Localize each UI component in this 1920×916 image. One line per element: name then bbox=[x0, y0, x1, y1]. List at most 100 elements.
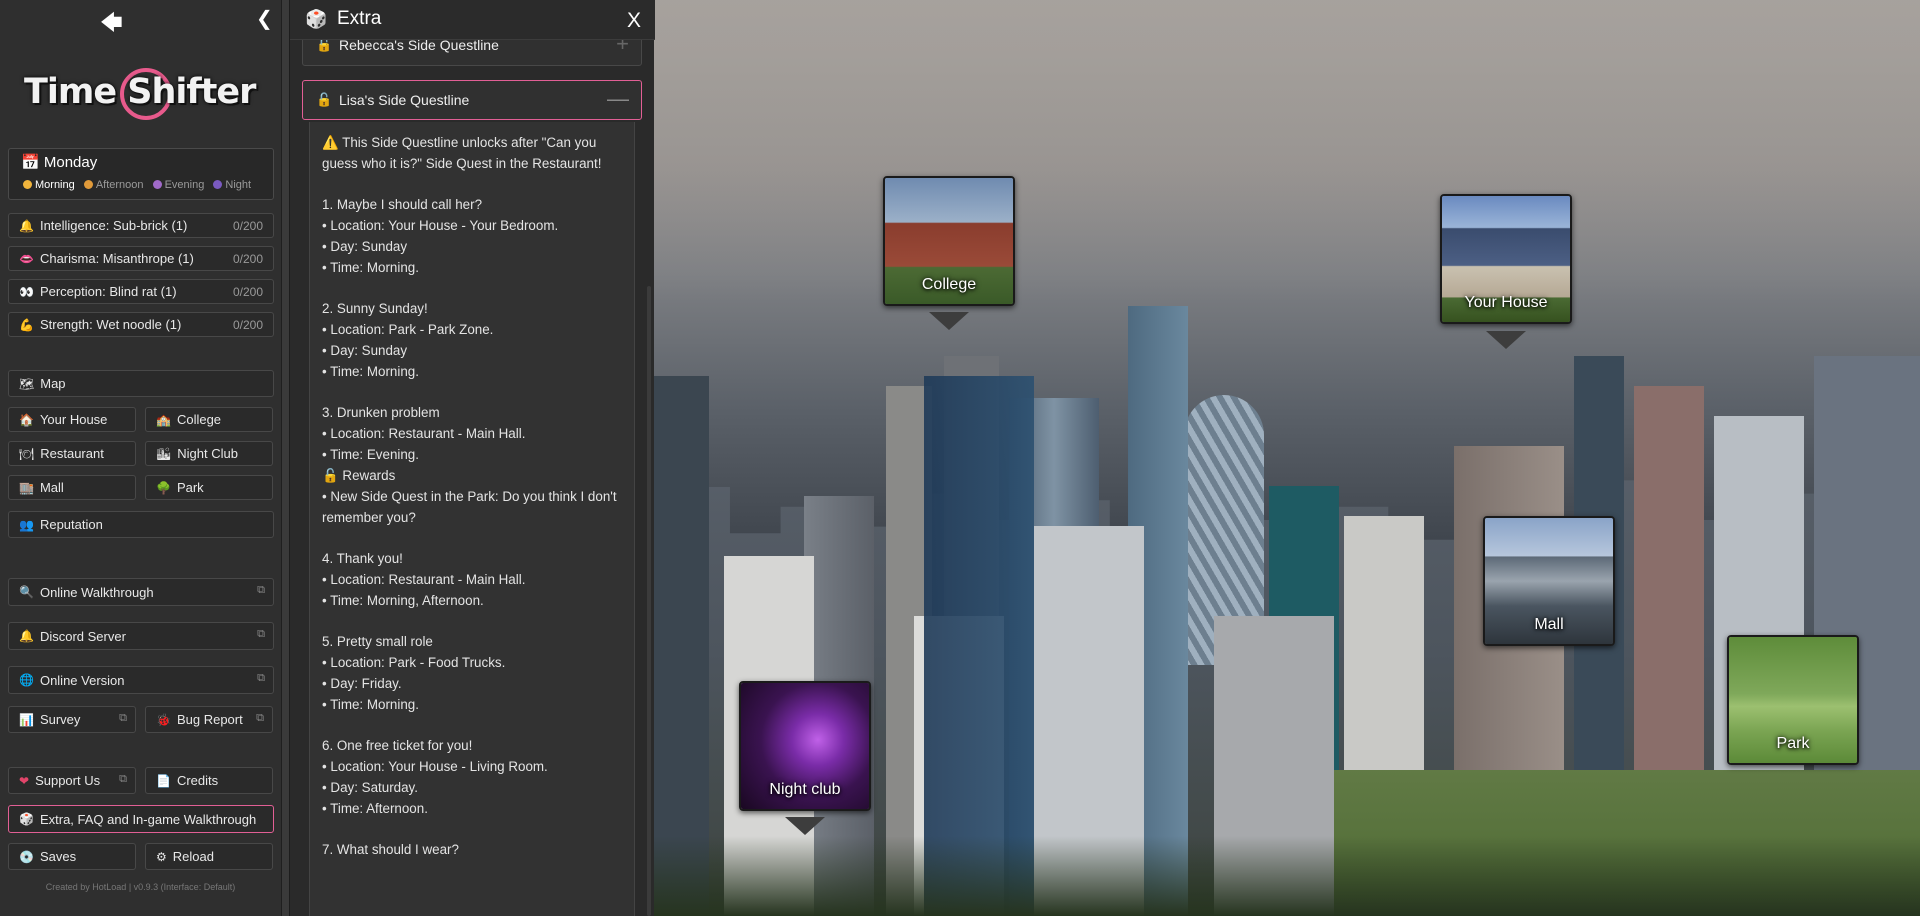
warning-icon: ⚠️ bbox=[322, 135, 339, 150]
panel-scrollbar[interactable] bbox=[647, 286, 651, 916]
stat-perception[interactable]: 👀 Perception: Blind rat (1) 0/200 bbox=[8, 279, 274, 304]
stat-charisma[interactable]: 👄 Charisma: Misanthrope (1) 0/200 bbox=[8, 246, 274, 271]
bug-report-link[interactable]: 🐞 Bug Report ⧉ bbox=[145, 706, 273, 733]
questline-content: ⚠️ This Side Questline unlocks after "Ca… bbox=[309, 122, 635, 916]
club-icon: 🏙 bbox=[156, 446, 172, 461]
quest-detail: • Time: Morning. bbox=[322, 364, 419, 379]
location-mall-button[interactable]: 🏬 Mall bbox=[8, 475, 136, 500]
globe-icon: 🌐 bbox=[19, 673, 34, 687]
map-location-your-house[interactable]: Your House bbox=[1440, 194, 1572, 324]
map-pin bbox=[1486, 331, 1526, 349]
reload-button[interactable]: ⚙ Reload bbox=[145, 843, 273, 870]
stat-strength[interactable]: 💪 Strength: Wet noodle (1) 0/200 bbox=[8, 312, 274, 337]
quest-reward: • New Side Quest in the Park: Do you thi… bbox=[322, 489, 617, 504]
quest-detail: • Time: Evening. bbox=[322, 447, 419, 462]
survey-link[interactable]: 📊 Survey ⧉ bbox=[8, 706, 136, 733]
stat-label: Intelligence: Sub-brick (1) bbox=[39, 218, 188, 233]
credits-button[interactable]: 📄 Credits bbox=[145, 767, 273, 794]
arrow-left-icon[interactable]: 🡄 bbox=[100, 6, 123, 44]
chevron-left-icon[interactable]: ❮ bbox=[256, 6, 273, 30]
link-label: Online Version bbox=[39, 672, 125, 688]
quest-detail: • Location: Your House - Living Room. bbox=[322, 759, 548, 774]
map-location-night-club[interactable]: Night club bbox=[739, 681, 871, 811]
quest-detail: • Location: Restaurant - Main Hall. bbox=[322, 572, 526, 587]
reload-label: Reload bbox=[172, 849, 214, 864]
location-label: Restaurant bbox=[40, 446, 104, 461]
location-college-button[interactable]: 🏫 College bbox=[145, 407, 273, 432]
close-button[interactable]: X bbox=[627, 9, 641, 33]
time-afternoon: Afternoon bbox=[83, 179, 144, 191]
quest-title: 3. Drunken problem bbox=[322, 405, 440, 420]
link-label: Support Us bbox=[35, 773, 101, 788]
stat-label: Charisma: Misanthrope (1) bbox=[39, 251, 194, 266]
stat-value: 0/200 bbox=[232, 219, 263, 233]
building bbox=[654, 376, 709, 916]
treeline bbox=[654, 836, 1920, 916]
map-location-college[interactable]: College bbox=[883, 176, 1015, 306]
quest-title: 5. Pretty small role bbox=[322, 634, 433, 649]
eyes-icon: 👀 bbox=[19, 284, 34, 299]
quest-title: 1. Maybe I should call her? bbox=[322, 197, 483, 212]
moon-icon bbox=[152, 180, 162, 189]
map-label: Your House bbox=[1464, 294, 1548, 311]
accordion-label: Lisa's Side Questline bbox=[339, 92, 470, 108]
support-us-link[interactable]: ❤ Support Us ⧉ bbox=[8, 767, 136, 794]
map-label: Map bbox=[40, 376, 66, 391]
dice-icon: 🎲 bbox=[19, 812, 34, 826]
quest-title: 4. Thank you! bbox=[322, 551, 403, 566]
quest-detail: • Day: Friday. bbox=[322, 676, 402, 691]
external-link-icon: ⧉ bbox=[257, 628, 265, 640]
version-footer: Created by HotLoad | v0.9.3 (Interface: … bbox=[45, 882, 236, 892]
quest-reward: remember you? bbox=[322, 510, 416, 525]
accordion-lisa-questline[interactable]: 🔓 Lisa's Side Questline — bbox=[302, 80, 642, 120]
map-button[interactable]: 🗺 Map bbox=[8, 370, 274, 397]
discord-server-link[interactable]: 🔔 Discord Server ⧉ bbox=[8, 622, 274, 650]
current-day: Monday bbox=[43, 154, 98, 171]
rewards-label: Rewards bbox=[342, 468, 396, 483]
reputation-button[interactable]: 👥 Reputation bbox=[8, 511, 274, 538]
day-time-panel: 📅 Monday Morning Afternoon Evening Night bbox=[8, 148, 274, 200]
external-link-icon: ⧉ bbox=[119, 712, 127, 724]
sun-icon bbox=[23, 180, 32, 189]
stat-intelligence[interactable]: 🔔 Intelligence: Sub-brick (1) 0/200 bbox=[8, 213, 274, 238]
external-link-icon: ⧉ bbox=[257, 672, 265, 684]
gear-icon: ⚙ bbox=[156, 849, 167, 864]
questline-intro: ⚠️ This Side Questline unlocks after "Ca… bbox=[322, 132, 627, 174]
quest-detail: • Day: Saturday. bbox=[322, 780, 418, 795]
location-your-house-button[interactable]: 🏠 Your House bbox=[8, 407, 136, 432]
intro-text: This Side Questline unlocks after "Can y… bbox=[342, 135, 597, 150]
quest-item: 3. Drunken problem • Location: Restauran… bbox=[322, 402, 627, 528]
saves-button[interactable]: 💿 Saves bbox=[8, 843, 136, 870]
stat-value: 0/200 bbox=[232, 318, 263, 332]
stat-value: 0/200 bbox=[232, 252, 263, 266]
map-pin bbox=[785, 817, 825, 835]
map-location-park[interactable]: Park bbox=[1727, 635, 1859, 765]
quest-detail: • Location: Park - Food Trucks. bbox=[322, 655, 506, 670]
quest-detail: • Location: Your House - Your Bedroom. bbox=[322, 218, 559, 233]
lips-icon: 👄 bbox=[19, 251, 34, 266]
quest-item: 4. Thank you! • Location: Restaurant - M… bbox=[322, 548, 627, 611]
location-night-club-button[interactable]: 🏙 Night Club bbox=[145, 441, 273, 466]
house-icon: 🏠 bbox=[19, 412, 34, 427]
extra-faq-walkthrough-button[interactable]: 🎲 Extra, FAQ and In-game Walkthrough bbox=[8, 805, 274, 833]
sky-haze bbox=[654, 0, 1920, 300]
stat-label: Perception: Blind rat (1) bbox=[39, 284, 177, 299]
online-version-link[interactable]: 🌐 Online Version ⧉ bbox=[8, 666, 274, 694]
map-location-mall[interactable]: Mall bbox=[1483, 516, 1615, 646]
panel-header: 🎲 Extra X bbox=[290, 0, 655, 40]
bug-icon: 🐞 bbox=[156, 712, 171, 727]
location-restaurant-button[interactable]: 🍽 Restaurant bbox=[8, 441, 136, 466]
calendar-icon: 📅 bbox=[21, 154, 40, 171]
location-label: Mall bbox=[39, 480, 64, 495]
link-label: Survey bbox=[39, 712, 81, 727]
time-evening: Evening bbox=[152, 179, 204, 191]
map-label: Mall bbox=[1534, 616, 1564, 633]
online-walkthrough-link[interactable]: 🔍 Online Walkthrough ⧉ bbox=[8, 578, 274, 606]
location-park-button[interactable]: 🌳 Park bbox=[145, 475, 273, 500]
restaurant-icon: 🍽 bbox=[19, 446, 35, 461]
reputation-label: Reputation bbox=[39, 517, 103, 532]
link-label: Discord Server bbox=[39, 628, 126, 644]
unlock-icon: 🔓 bbox=[316, 92, 333, 107]
external-link-icon: ⧉ bbox=[257, 584, 265, 596]
muscle-icon: 💪 bbox=[19, 317, 34, 332]
